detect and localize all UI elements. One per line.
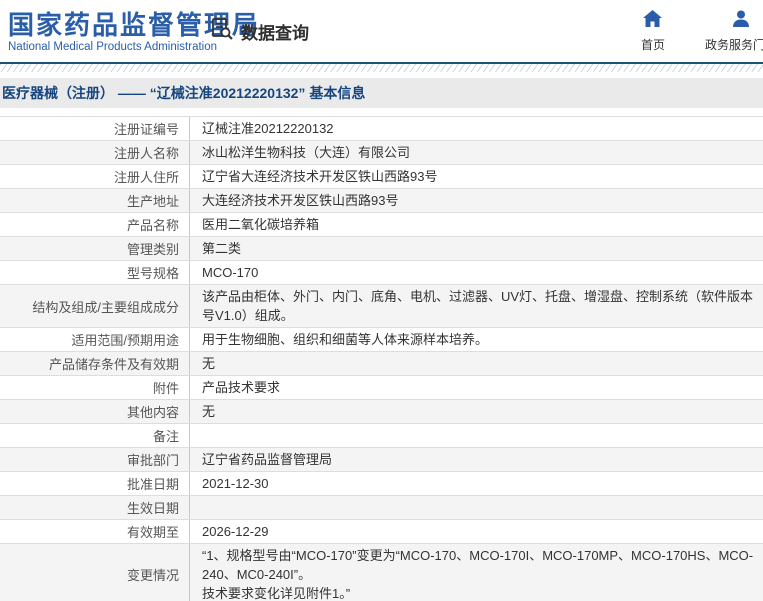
row-label-text: 注册人名称 — [113, 146, 179, 161]
row-value: 第二类 — [202, 241, 242, 256]
row-label-text: 其他内容 — [126, 405, 179, 420]
table-row: 审批部门 辽宁省药品监督管理局 — [0, 448, 763, 472]
table-row: 附件 产品技术要求 — [0, 376, 763, 400]
table-row: 批准日期 2021-12-30 — [0, 472, 763, 496]
row-value: 辽械注准20212220132 — [202, 121, 334, 136]
table-row: 注册人名称 冰山松洋生物科技（大连）有限公司 — [0, 141, 763, 165]
row-label-text: 注册人住所 — [113, 170, 179, 185]
table-row: 结构及组成/主要组成成分 该产品由柜体、外门、内门、底角、电机、过滤器、UV灯、托… — [0, 285, 763, 328]
row-label: 产品名称 — [0, 213, 190, 236]
data-query-label: 数据查询 — [241, 24, 309, 43]
data-query-icon — [210, 17, 234, 46]
row-label: 型号规格 — [0, 261, 190, 284]
table-row: 管理类别 第二类 — [0, 237, 763, 261]
row-label-text: 产品名称 — [126, 218, 179, 233]
row-label: 产品储存条件及有效期 — [0, 352, 190, 375]
row-label-text: 型号规格 — [126, 266, 179, 281]
row-label: 其他内容 — [0, 400, 190, 423]
row-label: 适用范围/预期用途 — [0, 328, 190, 351]
row-value: 无 — [202, 356, 216, 371]
page-header: 国家药品监督管理局 National Medical Products Admi… — [0, 0, 763, 62]
row-label-text: 生产地址 — [126, 194, 179, 209]
table-row: 产品名称 医用二氧化碳培养箱 — [0, 213, 763, 237]
row-label-text: 产品储存条件及有效期 — [48, 357, 179, 372]
row-value: MCO-170 — [202, 265, 259, 280]
row-value: 无 — [202, 404, 216, 419]
data-query-section[interactable]: 数据查询 — [210, 17, 309, 46]
row-label: 附件 — [0, 376, 190, 399]
row-label-text: 审批部门 — [126, 453, 179, 468]
row-label: 生产地址 — [0, 189, 190, 212]
row-label: 有效期至 — [0, 520, 190, 543]
row-label: 变更情况 — [0, 544, 190, 601]
row-label: 注册证编号 — [0, 117, 190, 140]
info-table: 注册证编号 辽械注准20212220132 注册人名称 冰山松洋生物科技（大连）有限公… — [0, 116, 763, 601]
row-label-text: 结构及组成/主要组成成分 — [32, 299, 179, 315]
row-value: 辽宁省大连经济技术开发区铁山西路93号 — [202, 169, 438, 184]
row-label: 注册人名称 — [0, 141, 190, 164]
row-label-text: 管理类别 — [126, 242, 179, 257]
nav-item-portal[interactable]: 政务服务门户 — [705, 10, 763, 53]
table-row: 其他内容 无 — [0, 400, 763, 424]
nav-item-home[interactable]: 首页 — [629, 10, 677, 53]
row-label: 备注 — [0, 424, 190, 447]
row-label-text: 备注 — [152, 429, 179, 444]
row-value: 2026-12-29 — [202, 524, 269, 539]
row-label: 批准日期 — [0, 472, 190, 495]
table-row: 备注 — [0, 424, 763, 448]
row-value — [190, 496, 763, 519]
row-value: 2021-12-30 — [202, 476, 269, 491]
row-label: 结构及组成/主要组成成分 — [0, 285, 190, 327]
row-label-text: 有效期至 — [126, 525, 179, 540]
row-label-text: 变更情况 — [126, 568, 179, 583]
row-value: 冰山松洋生物科技（大连）有限公司 — [202, 145, 411, 160]
row-label: 注册人住所 — [0, 165, 190, 188]
row-label-text: 注册证编号 — [113, 122, 179, 137]
table-row: 适用范围/预期用途 用于生物细胞、组织和细菌等人体来源样本培养。 — [0, 328, 763, 352]
user-icon — [732, 10, 750, 32]
table-row: 产品储存条件及有效期 无 — [0, 352, 763, 376]
row-value: “1、规格型号由“MCO-170”变更为“MCO-170、MCO-170I、MC… — [202, 548, 754, 601]
row-label-text: 批准日期 — [126, 477, 179, 492]
row-value: 辽宁省药品监督管理局 — [202, 452, 333, 467]
row-value: 产品技术要求 — [202, 380, 281, 395]
row-label: 管理类别 — [0, 237, 190, 260]
row-label-text: 生效日期 — [126, 501, 179, 516]
home-icon — [643, 10, 663, 32]
nav-portal-label: 政务服务门户 — [704, 38, 763, 52]
row-label: 审批部门 — [0, 448, 190, 471]
table-row: 有效期至 2026-12-29 — [0, 520, 763, 544]
row-label-text: 附件 — [152, 381, 179, 396]
top-nav: 首页 政务服务门户 — [629, 10, 763, 53]
row-value: 医用二氧化碳培养箱 — [202, 217, 320, 232]
table-row: 生效日期 — [0, 496, 763, 520]
breadcrumb: 医疗器械（注册） —— “辽械注准20212220132” 基本信息 — [0, 78, 763, 108]
row-value — [190, 424, 763, 447]
table-row: 生产地址 大连经济技术开发区铁山西路93号 — [0, 189, 763, 213]
row-value: 用于生物细胞、组织和细菌等人体来源样本培养。 — [202, 332, 489, 347]
table-row: 注册证编号 辽械注准20212220132 — [0, 117, 763, 141]
nav-home-label: 首页 — [640, 38, 665, 52]
row-value: 大连经济技术开发区铁山西路93号 — [202, 193, 399, 208]
table-row: 变更情况 “1、规格型号由“MCO-170”变更为“MCO-170、MCO-170… — [0, 544, 763, 601]
hatched-band — [0, 64, 763, 72]
row-label-text: 适用范围/预期用途 — [71, 333, 179, 348]
row-label: 生效日期 — [0, 496, 190, 519]
table-row: 注册人住所 辽宁省大连经济技术开发区铁山西路93号 — [0, 165, 763, 189]
row-value: 该产品由柜体、外门、内门、底角、电机、过滤器、UV灯、托盘、增湿盘、控制系统（软… — [202, 289, 754, 323]
table-row: 型号规格 MCO-170 — [0, 261, 763, 285]
